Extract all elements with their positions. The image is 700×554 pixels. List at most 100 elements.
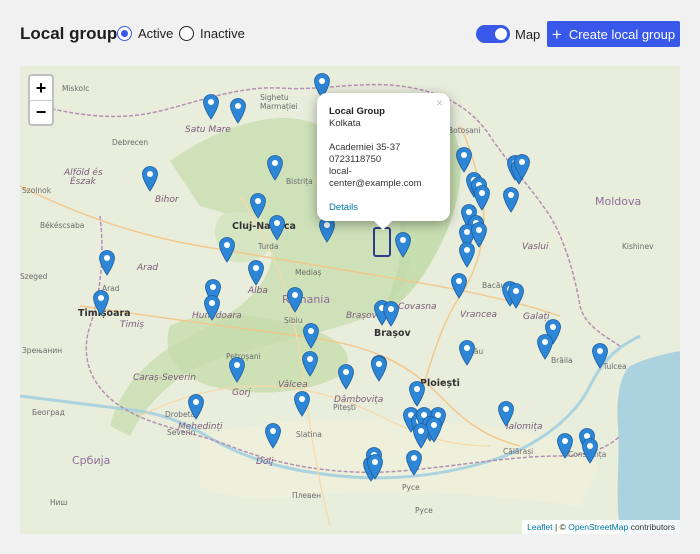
place-label: Slatina bbox=[296, 430, 322, 439]
create-local-group-button[interactable]: + Create local group bbox=[547, 21, 680, 47]
place-label: Szolnok bbox=[22, 186, 52, 195]
place-label: Alba bbox=[248, 286, 268, 296]
map-marker-icon[interactable] bbox=[366, 453, 384, 480]
place-label: Bihor bbox=[155, 195, 179, 205]
place-label: Călărași bbox=[503, 447, 534, 456]
map-marker-icon[interactable] bbox=[581, 437, 599, 464]
place-label: Русе bbox=[402, 483, 420, 492]
popup-email: local-center@example.com bbox=[329, 166, 422, 189]
page-header: Local groups Active Inactive Map + Creat… bbox=[0, 0, 700, 66]
place-label: Vaslui bbox=[522, 242, 549, 252]
map-marker-icon[interactable] bbox=[536, 333, 554, 360]
map-marker-icon[interactable] bbox=[293, 390, 311, 417]
popup-close-icon[interactable]: × bbox=[436, 97, 443, 109]
place-label: Severin bbox=[167, 428, 196, 437]
map-marker-icon[interactable] bbox=[458, 339, 476, 366]
map-marker-icon[interactable] bbox=[247, 259, 265, 286]
map-marker-icon[interactable] bbox=[268, 214, 286, 241]
map-marker-icon[interactable] bbox=[458, 241, 476, 268]
place-label: Covasna bbox=[398, 302, 437, 312]
place-label: Cluj-Napoca bbox=[232, 221, 296, 232]
create-local-group-label: Create local group bbox=[568, 26, 676, 42]
place-label: Ниш bbox=[50, 498, 68, 507]
place-label: Arad bbox=[137, 263, 159, 273]
map-marker-icon[interactable] bbox=[507, 282, 525, 309]
place-label: Vrancea bbox=[460, 310, 498, 320]
map-marker-icon[interactable] bbox=[450, 272, 468, 299]
radio-unchecked-icon[interactable] bbox=[179, 26, 194, 41]
map-view[interactable]: Miskolc Sighetu Marmației Satu Mare Debrecen… bbox=[20, 66, 680, 534]
map-marker-icon[interactable] bbox=[92, 289, 110, 316]
map-marker-icon[interactable] bbox=[98, 249, 116, 276]
map-marker-icon[interactable] bbox=[394, 231, 412, 258]
place-label: Mediaș bbox=[295, 268, 322, 277]
place-label: Sighetu bbox=[260, 93, 289, 102]
map-toggle-label: Map bbox=[515, 27, 541, 42]
place-label: Timiș bbox=[120, 320, 144, 330]
filter-inactive-radio[interactable]: Inactive bbox=[179, 26, 245, 41]
map-marker-icon[interactable] bbox=[249, 192, 267, 219]
place-label: Miskolc bbox=[62, 84, 90, 93]
place-label: Dolj bbox=[256, 457, 274, 467]
map-marker-icon[interactable] bbox=[218, 236, 236, 263]
map-marker-icon[interactable] bbox=[502, 186, 520, 213]
place-label: Bistrița bbox=[286, 177, 313, 186]
map-marker-icon[interactable] bbox=[382, 300, 400, 327]
marker-popup: × Local Group Kolkata Academiei 35-37 07… bbox=[317, 93, 450, 230]
map-marker-icon[interactable] bbox=[141, 165, 159, 192]
map-marker-icon[interactable] bbox=[408, 380, 426, 407]
filter-active-label: Active bbox=[138, 26, 174, 41]
map-toggle[interactable] bbox=[476, 25, 510, 43]
leaflet-link[interactable]: Leaflet bbox=[527, 522, 553, 532]
map-marker-icon[interactable] bbox=[264, 422, 282, 449]
map-marker-icon[interactable] bbox=[455, 146, 473, 173]
map-marker-icon[interactable] bbox=[301, 350, 319, 377]
map-marker-icon[interactable] bbox=[425, 416, 443, 443]
place-label: Moldova bbox=[595, 195, 642, 208]
place-label: Marmației bbox=[260, 102, 298, 111]
popup-tip bbox=[373, 220, 393, 230]
radio-checked-icon[interactable] bbox=[117, 26, 132, 41]
attribution-separator: | © bbox=[552, 522, 569, 532]
osm-link[interactable]: OpenStreetMap bbox=[568, 522, 628, 532]
map-marker-icon[interactable] bbox=[556, 432, 574, 459]
selected-marker-highlight[interactable] bbox=[373, 227, 391, 257]
popup-phone: 0723118750 bbox=[329, 154, 382, 165]
place-label: Békéscsaba bbox=[40, 221, 85, 230]
map-marker-icon[interactable] bbox=[302, 322, 320, 349]
map-marker-icon[interactable] bbox=[187, 393, 205, 420]
plus-icon: + bbox=[551, 24, 562, 44]
zoom-out-button[interactable]: − bbox=[30, 100, 52, 124]
place-label: Brăila bbox=[551, 356, 573, 365]
place-label: Зрењанин bbox=[22, 346, 63, 355]
zoom-in-button[interactable]: + bbox=[30, 76, 52, 100]
place-label: Satu Mare bbox=[185, 125, 231, 135]
map-marker-icon[interactable] bbox=[405, 449, 423, 476]
map-marker-icon[interactable] bbox=[591, 342, 609, 369]
place-label: Észak bbox=[70, 177, 96, 187]
map-marker-icon[interactable] bbox=[497, 400, 515, 427]
map-marker-icon[interactable] bbox=[513, 153, 531, 180]
map-marker-icon[interactable] bbox=[229, 97, 247, 124]
place-label: Русе bbox=[415, 506, 433, 515]
attribution-suffix: contributors bbox=[628, 522, 675, 532]
place-label: Плевен bbox=[292, 491, 321, 500]
place-label: Pitești bbox=[333, 403, 356, 412]
place-label: Debrecen bbox=[112, 138, 149, 147]
map-marker-icon[interactable] bbox=[370, 355, 388, 382]
map-marker-icon[interactable] bbox=[203, 294, 221, 321]
popup-details-link[interactable]: Details bbox=[329, 202, 438, 214]
map-marker-icon[interactable] bbox=[286, 286, 304, 313]
filter-inactive-label: Inactive bbox=[200, 26, 245, 41]
place-label: Szeged bbox=[20, 272, 48, 281]
map-marker-icon[interactable] bbox=[202, 93, 220, 120]
place-label: Kishinev bbox=[622, 242, 654, 251]
place-label: Београд bbox=[32, 408, 65, 417]
map-marker-icon[interactable] bbox=[266, 154, 284, 181]
map-marker-icon[interactable] bbox=[337, 363, 355, 390]
place-label: Brașov bbox=[374, 328, 411, 339]
filter-active-radio[interactable]: Active bbox=[117, 26, 173, 41]
map-marker-icon[interactable] bbox=[228, 356, 246, 383]
popup-city: Kolkata bbox=[329, 118, 361, 129]
popup-address: Academiei 35-37 bbox=[329, 142, 401, 153]
